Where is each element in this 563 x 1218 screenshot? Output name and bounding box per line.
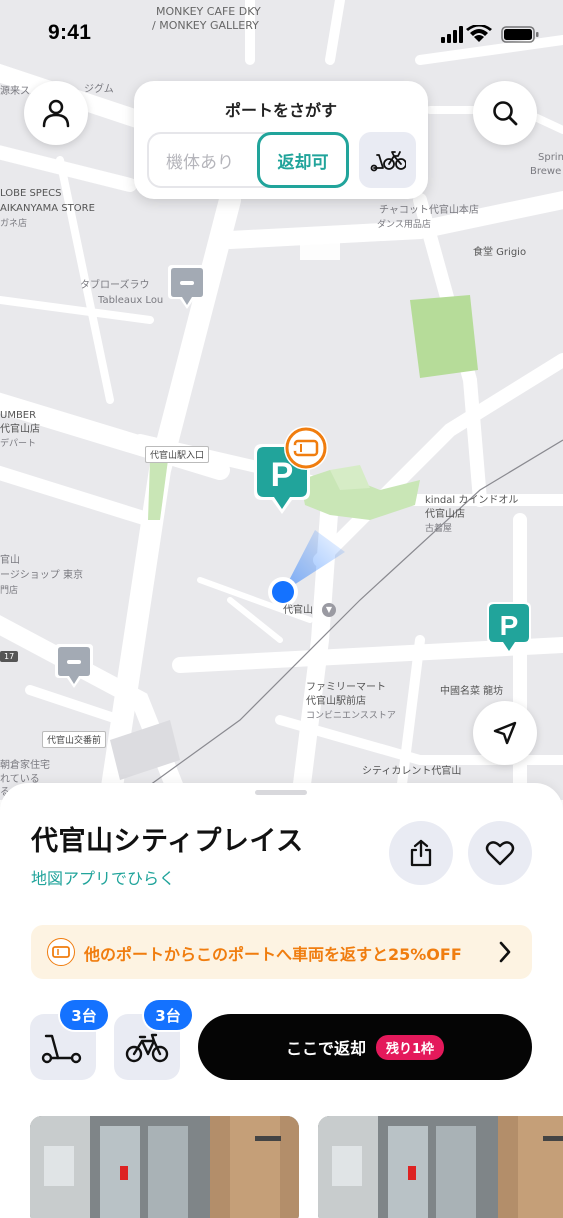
map-label: 代官山駅前店 [306, 696, 366, 707]
scooter-bike-icon [370, 151, 406, 172]
map-label: 中國名菜 龍坊 [440, 686, 504, 697]
map-label: ージショップ 東京 [0, 570, 83, 581]
port-search-title: ポートをさがす [224, 101, 337, 120]
map-label: ダンス用品店 [377, 220, 431, 230]
map-label: 源来ス [0, 86, 30, 97]
bicycle-count-badge: 3台 [144, 1000, 192, 1030]
sheet-drag-handle[interactable] [255, 790, 307, 795]
port-marker-available[interactable]: P [486, 601, 532, 661]
map-label: ファミリーマート [306, 682, 386, 693]
map-label: ジグム [84, 84, 114, 95]
map-label: Brewe [530, 166, 562, 177]
parking-pin-icon: P [487, 602, 531, 655]
favorite-button[interactable] [468, 821, 532, 885]
port-photo[interactable] [318, 1116, 563, 1218]
cellular-signal-icon [441, 26, 463, 43]
koban-sign: 代官山交番前 [42, 731, 107, 748]
heart-icon [485, 841, 515, 866]
map-label: チャコット代官山本店 [379, 205, 479, 216]
map-label: AIKANYAMA STORE [0, 203, 95, 214]
map-label: 代官山店 [0, 424, 40, 435]
map-label: 代官山店 [425, 509, 465, 520]
return-label: ここで返却 [285, 1039, 366, 1058]
coupon-icon [47, 938, 75, 966]
port-name: 代官山シティプレイス [31, 826, 304, 857]
parking-pin-icon: P [254, 426, 328, 514]
port-search-panel: ポートをさがす 機体あり 返却可 [134, 81, 428, 199]
route-number-badge: 17 [0, 651, 19, 662]
vehicle-type-toggle[interactable] [359, 132, 416, 188]
current-location-button[interactable] [473, 701, 537, 765]
search-button[interactable] [473, 81, 537, 145]
station-exit-sign: 代官山駅入口 [145, 446, 210, 463]
remaining-slots-badge: 残り1枠 [375, 1034, 445, 1060]
map-label: kindal カインドオル [425, 495, 519, 506]
map-label: コンビニエンスストア [306, 711, 396, 721]
map-label: ガネ店 [0, 219, 28, 229]
share-icon [410, 839, 432, 867]
chevron-right-icon [499, 941, 511, 963]
battery-icon [501, 26, 539, 43]
map-label: 食堂 Grigio [473, 247, 527, 258]
kickboard-count-badge: 3台 [60, 1000, 108, 1030]
map-label: 朝倉家住宅 [0, 760, 50, 771]
map-label: タブローズラウ [80, 280, 150, 291]
status-icons [441, 25, 539, 43]
wifi-icon [466, 25, 492, 42]
share-button[interactable] [389, 821, 453, 885]
map-label: Sprin [538, 152, 563, 163]
map-label: 古着屋 [425, 524, 453, 534]
bicycle-icon [125, 1033, 169, 1063]
map-label: 門店 [0, 586, 19, 596]
return-here-button[interactable]: ここで返却 残り1枠 [198, 1014, 532, 1080]
map-label: デパート [0, 439, 37, 449]
map-label: 官山 [0, 555, 20, 566]
port-detail-sheet: 代官山シティプレイス 地図アプリでひらく 他のポートからこのポートへ車両を返すと… [0, 783, 563, 1218]
map-label: シティカレント代官山 [362, 766, 462, 777]
station-label: 代官山 [283, 605, 313, 616]
discount-banner[interactable]: 他のポートからこのポートへ車両を返すと25%OFF [31, 925, 532, 979]
status-time: 9:41 [48, 21, 92, 44]
port-unavailable-icon [168, 265, 206, 309]
kickboard-icon [41, 1034, 82, 1064]
port-marker-unavailable[interactable] [167, 263, 207, 315]
map-label: LOBE SPECS [0, 188, 62, 199]
map-label: UMBER [0, 410, 37, 421]
open-map-app-link[interactable]: 地図アプリでひらく [31, 865, 175, 889]
status-bar: 9:41 [0, 0, 563, 56]
port-marker-unavailable[interactable] [54, 642, 94, 694]
port-unavailable-icon [55, 644, 93, 688]
user-icon [42, 99, 70, 128]
port-marker-selected[interactable]: P [252, 424, 342, 520]
map-label: Tableaux Lou [98, 295, 164, 306]
map-view[interactable]: MONKEY CAFE DKY / MONKEY GALLERY ジグム 源来ス… [0, 0, 563, 800]
filter-available-button[interactable]: 機体あり [147, 134, 253, 186]
discount-text: 他のポートからこのポートへ車両を返すと25%OFF [84, 945, 462, 964]
profile-button[interactable] [24, 81, 88, 145]
station-icon: ▼ [322, 603, 336, 617]
svg-text:P: P [500, 610, 519, 641]
navigation-arrow-icon [493, 721, 517, 745]
filter-returnable-button[interactable]: 返却可 [257, 132, 349, 188]
port-photo[interactable] [30, 1116, 299, 1218]
search-icon [493, 101, 518, 126]
